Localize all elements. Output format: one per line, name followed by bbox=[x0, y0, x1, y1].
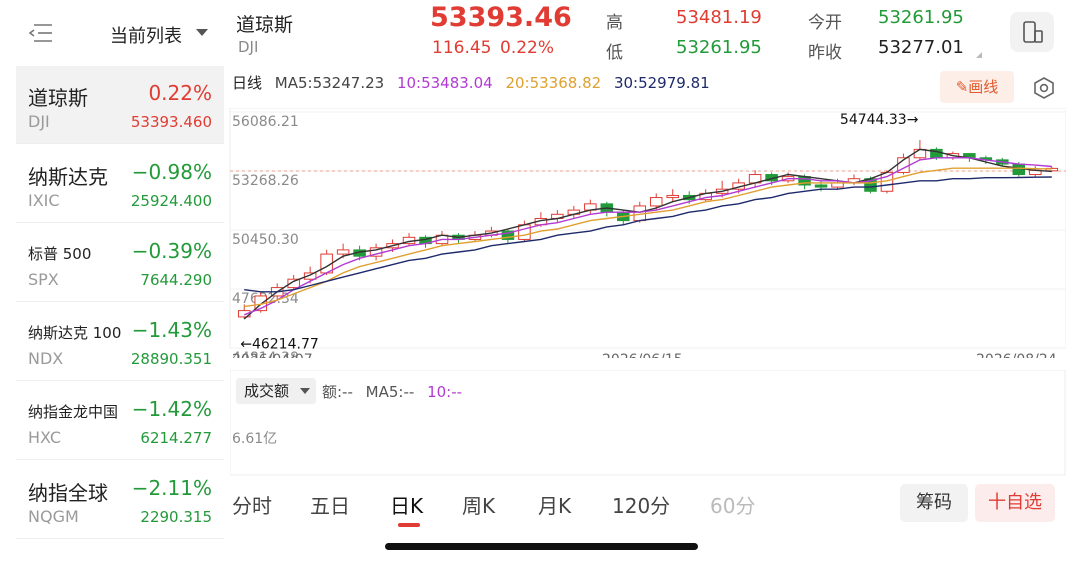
index-item-change: −1.42% bbox=[131, 397, 212, 421]
index-item-name: 道琼斯 bbox=[28, 86, 88, 110]
index-item-code: IXIC bbox=[28, 191, 60, 210]
index-code: DJI bbox=[238, 38, 259, 56]
add-favorite-button[interactable]: 十自选 bbox=[975, 484, 1055, 522]
index-list-item[interactable]: 纳斯达克 −0.98% IXIC 25924.400 bbox=[16, 145, 224, 223]
current-list-title[interactable]: 当前列表 bbox=[110, 22, 182, 48]
home-indicator bbox=[385, 543, 698, 550]
index-list-item[interactable]: 纳指全球 −2.11% NQGM 2290.315 bbox=[16, 461, 224, 539]
low-value: 53261.95 bbox=[676, 37, 762, 58]
index-item-price: 53393.460 bbox=[130, 113, 212, 131]
price-change-pct: 0.22% bbox=[500, 38, 555, 58]
y-tick-label: 50450.30 bbox=[232, 232, 299, 248]
ma-line-30 bbox=[244, 176, 1052, 293]
candlestick-chart[interactable]: 56086.2153268.2650450.3047632.3444814.38… bbox=[224, 108, 1066, 358]
tab-monthly-k[interactable]: 月K bbox=[538, 490, 571, 519]
tab-weekly-k[interactable]: 周K bbox=[462, 490, 495, 519]
index-item-change: −2.11% bbox=[131, 476, 212, 500]
x-tick-label: 2026/04/07 bbox=[232, 352, 313, 358]
active-tab-indicator bbox=[398, 523, 420, 527]
tab-daily-k[interactable]: 日K bbox=[390, 490, 423, 519]
candle-body bbox=[649, 197, 663, 207]
low-annotation: ←46214.77 bbox=[240, 337, 319, 353]
prev-close-label: 昨收 bbox=[808, 43, 842, 63]
index-list-sidebar: 当前列表 道琼斯 0.22% DJI 53393.460 纳斯达克 −0.98% IXIC 2… bbox=[0, 0, 224, 562]
index-list-item[interactable]: 纳斯达克 100 −1.43% NDX 28890.351 bbox=[16, 303, 224, 381]
index-item-name: 纳斯达克 bbox=[28, 165, 108, 189]
index-item-price: 6214.277 bbox=[140, 429, 212, 447]
collapse-menu-icon[interactable] bbox=[28, 22, 54, 44]
tab-60min[interactable]: 60分 bbox=[710, 490, 755, 519]
index-item-code: DJI bbox=[28, 112, 50, 131]
ma30-label: 30:52979.81 bbox=[613, 74, 710, 92]
index-item-change: −1.43% bbox=[131, 318, 212, 342]
chevron-down-icon[interactable] bbox=[196, 29, 208, 36]
index-item-code: NDX bbox=[28, 349, 64, 368]
index-item-change: 0.22% bbox=[148, 81, 212, 105]
high-label: 高 bbox=[606, 13, 623, 33]
index-item-name: 纳指金龙中国 bbox=[28, 403, 119, 421]
candle-body bbox=[913, 148, 927, 159]
index-item-name: 标普 500 bbox=[28, 245, 92, 263]
index-list-item[interactable]: 道琼斯 0.22% DJI 53393.460 bbox=[16, 66, 224, 144]
index-item-price: 28890.351 bbox=[130, 350, 212, 368]
phone-rotate-icon bbox=[1023, 21, 1043, 43]
open-value: 53261.95 bbox=[878, 7, 964, 28]
y-tick-label: 53268.26 bbox=[232, 173, 299, 189]
screen-rotate-button[interactable] bbox=[1010, 12, 1054, 52]
ma5-label: MA5:53247.23 bbox=[274, 74, 385, 92]
low-label: 低 bbox=[606, 43, 623, 63]
kline-chart-area: 日线 MA5:53247.23 10:53483.04 20:53368.82 … bbox=[224, 64, 1080, 476]
index-name: 道琼斯 bbox=[236, 14, 294, 36]
tab-120min[interactable]: 120分 bbox=[612, 490, 670, 519]
quote-header: 道琼斯 DJI 53393.46 116.45 0.22% 高 53481.19… bbox=[224, 0, 1080, 64]
ma-line-ma5 bbox=[243, 148, 1052, 320]
prev-close-value: 53277.01 bbox=[878, 37, 964, 58]
index-item-code: SPX bbox=[28, 270, 59, 289]
volume-max-label: 6.61亿 bbox=[232, 431, 278, 447]
candle-body bbox=[666, 194, 679, 199]
index-list-item[interactable]: 标普 500 −0.39% SPX 7644.290 bbox=[16, 224, 224, 302]
tab-intraday[interactable]: 分时 bbox=[232, 490, 272, 519]
index-item-change: −0.39% bbox=[131, 239, 212, 263]
candle-body bbox=[518, 224, 531, 240]
index-item-code: NQGM bbox=[28, 507, 79, 526]
draw-line-button[interactable]: ✎画线 bbox=[940, 71, 1014, 103]
draw-line-label: 画线 bbox=[968, 78, 999, 96]
price-change: 116.45 bbox=[432, 38, 492, 58]
pencil-icon: ✎ bbox=[955, 78, 969, 96]
index-item-name: 纳指全球 bbox=[28, 481, 108, 505]
index-list-item[interactable]: 纳指金龙中国 −1.42% HXC 6214.277 bbox=[16, 382, 224, 460]
volume-panel bbox=[230, 370, 1066, 476]
ma10-label: 10:53483.04 bbox=[396, 74, 493, 92]
chips-button[interactable]: 筹码 bbox=[900, 484, 968, 522]
high-annotation: 54744.33→ bbox=[840, 112, 919, 128]
sidebar-header: 当前列表 bbox=[0, 0, 224, 64]
ma-line-20 bbox=[244, 167, 1052, 308]
corner-mark-icon bbox=[976, 52, 982, 58]
period-tabs: 分时 五日 日K 周K 月K 120分 60分 筹码 十自选 bbox=[224, 480, 1080, 530]
index-item-price: 25924.400 bbox=[130, 192, 212, 210]
index-item-change: −0.98% bbox=[131, 160, 212, 184]
x-tick-label: 2026/08/24 bbox=[976, 352, 1057, 358]
candle-body bbox=[336, 249, 350, 255]
high-value: 53481.19 bbox=[676, 7, 762, 28]
ma20-label: 20:53368.82 bbox=[505, 74, 602, 92]
x-tick-label: 2026/06/15 bbox=[602, 352, 683, 358]
candle-body bbox=[814, 184, 828, 188]
index-item-price: 2290.315 bbox=[140, 508, 212, 526]
open-label: 今开 bbox=[808, 13, 842, 33]
settings-icon[interactable] bbox=[1032, 76, 1056, 100]
index-item-price: 7644.290 bbox=[140, 271, 212, 289]
ma-legend: 日线 MA5:53247.23 10:53483.04 20:53368.82 … bbox=[232, 72, 718, 93]
period-label: 日线 bbox=[232, 74, 263, 92]
last-price: 53393.46 bbox=[430, 2, 572, 33]
index-item-name: 纳斯达克 100 bbox=[28, 324, 122, 342]
index-item-code: HXC bbox=[28, 428, 61, 447]
tab-five-day[interactable]: 五日 bbox=[310, 490, 350, 519]
y-tick-label: 56086.21 bbox=[232, 114, 299, 130]
chart-frame bbox=[229, 108, 1066, 349]
